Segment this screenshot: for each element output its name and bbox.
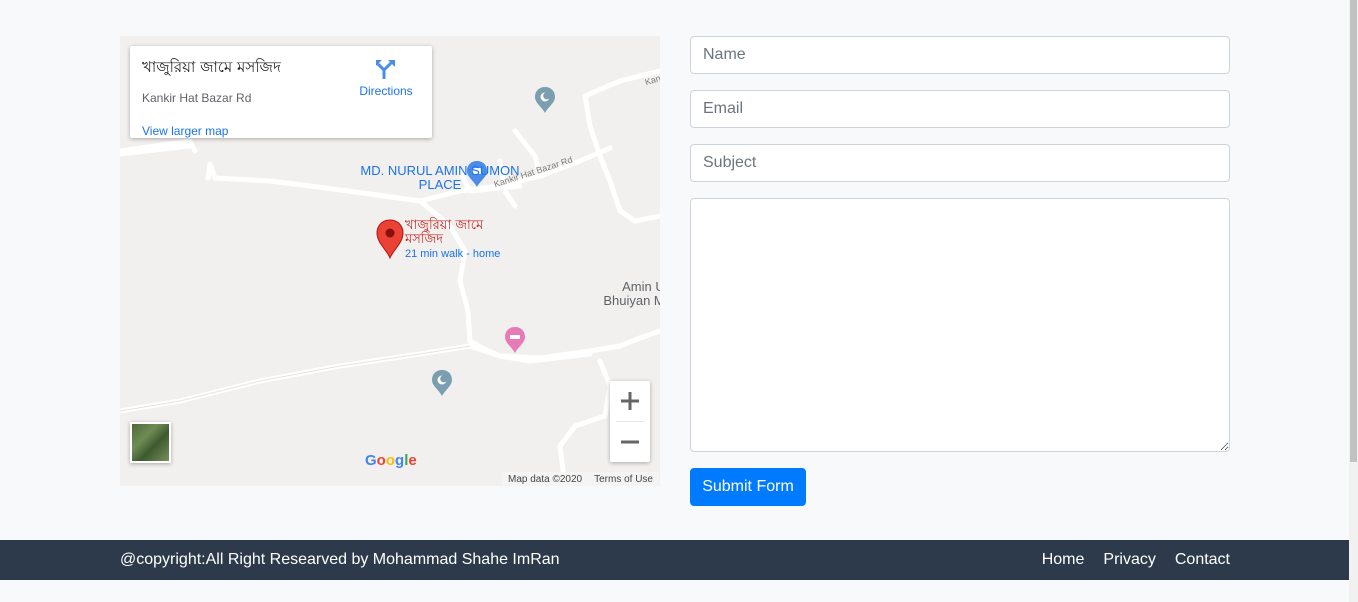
zoom-out-button[interactable] bbox=[610, 422, 650, 462]
footer-link-contact[interactable]: Contact bbox=[1175, 551, 1230, 569]
message-textarea[interactable] bbox=[690, 198, 1230, 452]
scrollbar-thumb[interactable] bbox=[1350, 0, 1357, 462]
mosque-pin-icon-2 bbox=[432, 370, 452, 396]
view-larger-map-link[interactable]: View larger map bbox=[142, 124, 228, 138]
google-logo: Google bbox=[365, 452, 417, 469]
plus-icon bbox=[621, 392, 639, 410]
location-marker-icon bbox=[376, 219, 404, 260]
place-label-amin-ud[interactable]: Amin Ud Bhuiyan Ma bbox=[582, 280, 660, 308]
page-scrollbar[interactable] bbox=[1349, 0, 1358, 602]
email-input[interactable] bbox=[690, 90, 1230, 128]
zoom-controls bbox=[610, 381, 650, 462]
terms-of-use-link[interactable]: Terms of Use bbox=[594, 474, 653, 485]
map-data-text: Map data ©2020 bbox=[508, 473, 583, 485]
minus-icon bbox=[621, 440, 639, 444]
embedded-map[interactable]: MD. NURUL AMIN SUMON PLACE Amin Ud Bhuiy… bbox=[120, 36, 660, 486]
directions-button[interactable]: Directions bbox=[358, 56, 414, 98]
map-attribution: Map data ©2020 Terms of Use bbox=[502, 472, 659, 486]
directions-icon bbox=[376, 60, 395, 79]
submit-form-button[interactable]: Submit Form bbox=[690, 468, 806, 506]
lodging-pin-icon bbox=[505, 327, 525, 353]
copyright-text: @copyright:All Right Researved by Mohamm… bbox=[120, 551, 560, 568]
footer-link-privacy[interactable]: Privacy bbox=[1103, 551, 1155, 569]
marker-label[interactable]: খাজুরিয়া জামে মসজিদ bbox=[405, 219, 485, 247]
footer-nav: Home Privacy Contact bbox=[1042, 551, 1230, 569]
mosque-pin-icon bbox=[535, 87, 555, 113]
subject-input[interactable] bbox=[690, 144, 1230, 182]
directions-label: Directions bbox=[359, 84, 413, 98]
zoom-in-button[interactable] bbox=[610, 381, 650, 421]
place-address: Kankir Hat Bazar Rd bbox=[142, 91, 252, 105]
footer-link-home[interactable]: Home bbox=[1042, 551, 1085, 569]
place-title: খাজুরিয়া জামে মসজিদ bbox=[142, 58, 281, 76]
name-input[interactable] bbox=[690, 36, 1230, 74]
marker-walk-time[interactable]: 21 min walk - home bbox=[405, 248, 500, 260]
site-footer: @copyright:All Right Researved by Mohamm… bbox=[0, 540, 1349, 580]
satellite-toggle[interactable] bbox=[130, 422, 171, 463]
map-info-card: খাজুরিয়া জামে মসজিদ Kankir Hat Bazar Rd… bbox=[130, 46, 432, 138]
